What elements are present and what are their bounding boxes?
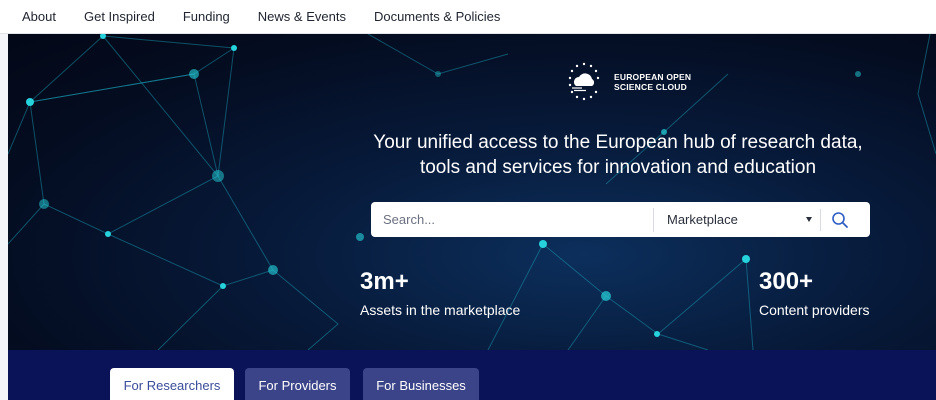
eosc-cloud-stars-icon: [568, 62, 600, 101]
search-icon: [832, 211, 848, 228]
search-bar: Marketplace: [371, 202, 870, 237]
hero-headline: Your unified access to the European hub …: [338, 130, 898, 180]
tab-for-researchers[interactable]: For Researchers: [110, 368, 234, 400]
logo-text-line1: EUROPEAN OPEN: [614, 72, 692, 82]
stat-providers: 300+ Content providers: [759, 268, 870, 319]
top-navigation: About Get Inspired Funding News & Events…: [0, 0, 936, 34]
stat-assets-value: 3m+: [360, 268, 409, 295]
eosc-logo[interactable]: EUROPEAN OPEN SCIENCE CLOUD: [560, 58, 694, 106]
headline-line2: tools and services for innovation and ed…: [419, 157, 817, 178]
search-scope-select[interactable]: Marketplace: [654, 202, 820, 237]
stat-assets-label: Assets in the marketplace: [360, 302, 521, 318]
eosc-logo-text: EUROPEAN OPEN SCIENCE CLOUD: [614, 72, 694, 92]
stat-assets: 3m+ Assets in the marketplace: [360, 268, 520, 319]
headline-line1: Your unified access to the European hub …: [373, 132, 863, 153]
nav-item-documents-policies[interactable]: Documents & Policies: [374, 9, 500, 24]
nav-item-news-events[interactable]: News & Events: [258, 9, 346, 24]
tab-for-providers[interactable]: For Providers: [245, 368, 350, 400]
nav-item-about[interactable]: About: [22, 9, 56, 24]
stat-providers-label: Content providers: [759, 302, 870, 318]
search-scope-value: Marketplace: [667, 212, 738, 227]
logo-text-line2: SCIENCE CLOUD: [614, 82, 687, 92]
caret-down-icon: [806, 217, 812, 222]
search-input[interactable]: [371, 202, 653, 237]
audience-tabs-band: For Researchers For Providers For Busine…: [8, 350, 936, 400]
search-button[interactable]: [821, 202, 859, 237]
stat-providers-value: 300+: [759, 268, 814, 295]
nav-item-get-inspired[interactable]: Get Inspired: [84, 9, 155, 24]
tab-for-businesses[interactable]: For Businesses: [363, 368, 479, 400]
nav-item-funding[interactable]: Funding: [183, 9, 230, 24]
hero-banner: EUROPEAN OPEN SCIENCE CLOUD Your unified…: [8, 34, 936, 350]
